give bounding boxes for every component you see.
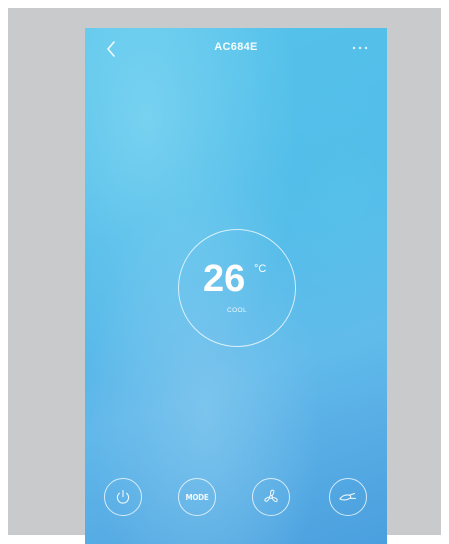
power-icon [116, 490, 130, 504]
swing-icon [339, 492, 357, 501]
ellipsis-icon [352, 46, 368, 50]
fan-speed-button[interactable] [252, 478, 290, 516]
power-button[interactable] [104, 478, 142, 516]
ac-control-screen: AC684E 26 °C COOL MODE [85, 28, 387, 544]
mode-button[interactable]: MODE [178, 478, 216, 516]
current-mode-label: COOL [226, 307, 248, 314]
temperature-unit: °C [254, 263, 267, 275]
swing-button[interactable] [329, 478, 367, 516]
fan-icon [264, 489, 278, 503]
more-button[interactable] [347, 40, 373, 56]
top-bar: AC684E [85, 28, 387, 68]
mode-button-label: MODE [185, 492, 209, 502]
temperature-dial[interactable]: 26 °C COOL [178, 229, 296, 347]
device-title: AC684E [214, 41, 258, 53]
temperature-value: 26 [203, 258, 246, 300]
